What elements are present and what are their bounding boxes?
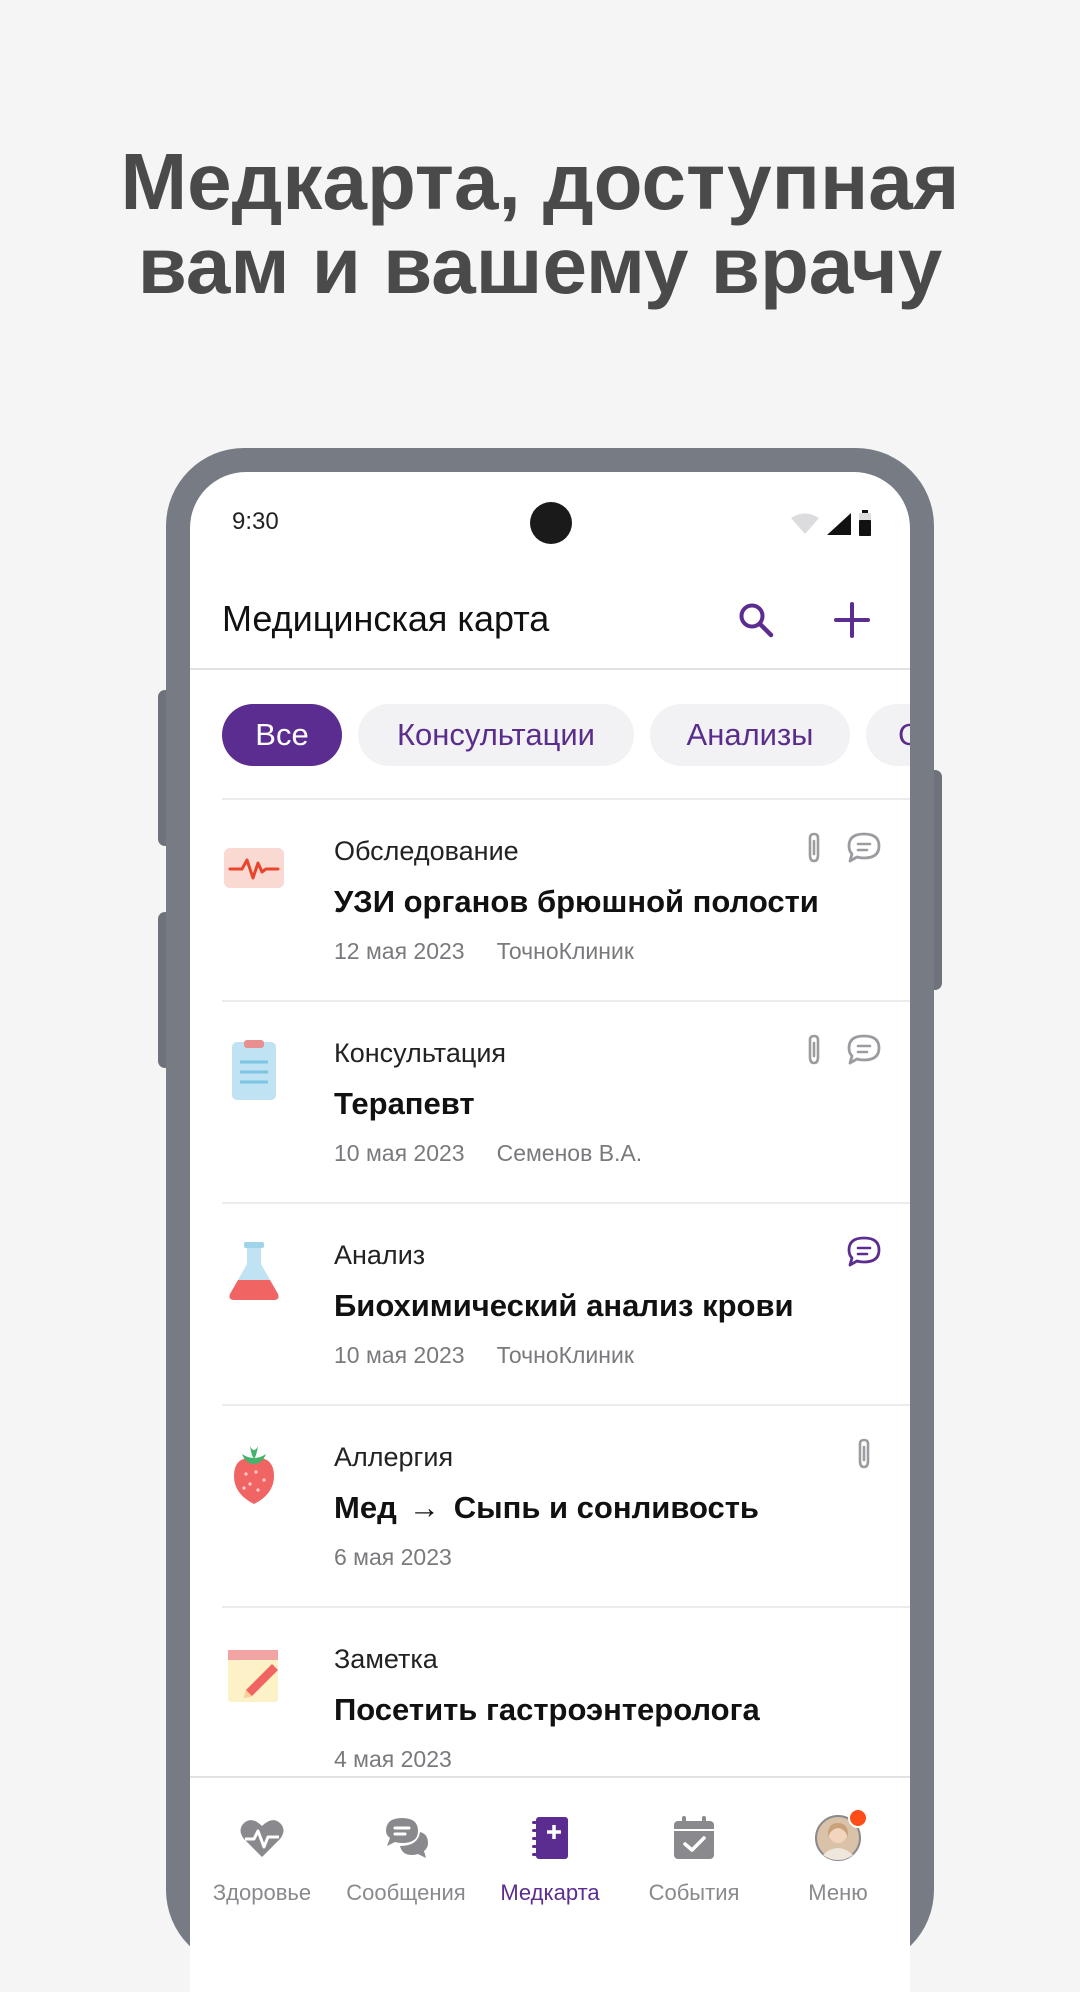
- filter-chip-consultations[interactable]: Консультации: [358, 704, 634, 766]
- record-category: Обследование: [334, 836, 519, 866]
- record-title: Посетить гастроэнтеролога: [334, 1692, 760, 1727]
- add-record-button[interactable]: [824, 592, 880, 648]
- allergy-reaction: Сыпь и сонливость: [453, 1490, 759, 1525]
- record-actions: [796, 830, 882, 866]
- allergen: Мед: [334, 1490, 397, 1525]
- status-time: 9:30: [232, 508, 279, 535]
- app-bar: Медицинская карта: [190, 572, 910, 670]
- promo-line-2: вам и вашему врачу: [137, 221, 943, 310]
- clipboard-icon: [222, 1038, 286, 1102]
- medical-book-icon: [526, 1814, 574, 1862]
- phone-frame: 9:30 Медицинская карта Все Консультации …: [166, 448, 934, 1992]
- record-date: 6 мая 2023: [334, 1544, 452, 1570]
- nav-item-medcard[interactable]: Медкарта: [478, 1814, 622, 1934]
- avatar: [814, 1808, 868, 1862]
- list-item[interactable]: Анализ Биохимический анализ крови 10 мая…: [222, 1202, 910, 1404]
- record-title: УЗИ органов брюшной полости: [334, 884, 819, 919]
- signal-icon: [827, 513, 851, 535]
- record-meta: 4 мая 2023: [334, 1746, 452, 1773]
- nav-label: Меню: [808, 1880, 868, 1905]
- records-list: Обследование УЗИ органов брюшной полости…: [222, 798, 910, 1808]
- search-button[interactable]: [728, 592, 784, 648]
- promo-headline: Медкарта, доступная вам и вашему врачу: [0, 140, 1080, 308]
- arrow-right-icon: →: [408, 1490, 440, 1525]
- attachment-icon[interactable]: [846, 1436, 882, 1472]
- list-item[interactable]: Аллергия Мед → Сыпь и сонливость 6 мая 202…: [222, 1404, 910, 1606]
- flask-icon: [222, 1240, 286, 1304]
- record-actions: [846, 1436, 882, 1472]
- record-source: ТочноКлиник: [496, 1342, 634, 1368]
- wifi-icon: [791, 513, 819, 534]
- record-title: Биохимический анализ крови: [334, 1288, 794, 1323]
- comments-icon[interactable]: [846, 1234, 882, 1270]
- status-icons: [790, 510, 872, 536]
- attachment-icon[interactable]: [796, 1032, 832, 1068]
- nav-label: Здоровье: [212, 1880, 312, 1905]
- search-icon: [739, 603, 774, 638]
- nav-label: Сообщения: [346, 1880, 466, 1905]
- record-source: Семенов В.А.: [496, 1140, 643, 1166]
- attachment-icon[interactable]: [796, 830, 832, 866]
- record-source: ТочноКлиник: [496, 938, 634, 964]
- nav-label: События: [648, 1880, 740, 1905]
- record-date: 10 мая 2023: [334, 1140, 465, 1166]
- battery-icon: [859, 510, 871, 536]
- heart-pulse-icon: [238, 1814, 286, 1862]
- record-category: Анализ: [334, 1240, 426, 1270]
- note-icon: [222, 1644, 286, 1708]
- status-bar: 9:30: [190, 472, 910, 572]
- record-category: Заметка: [334, 1644, 438, 1674]
- list-item[interactable]: Консультация Терапевт 10 мая 2023 Семенов…: [222, 1000, 910, 1202]
- strawberry-icon: [222, 1442, 286, 1506]
- nav-item-health[interactable]: Здоровье: [190, 1814, 334, 1934]
- ultrasound-icon: [222, 836, 286, 900]
- record-meta: 6 мая 2023: [334, 1544, 452, 1571]
- record-category: Консультация: [334, 1038, 507, 1068]
- record-meta: 10 мая 2023 Семенов В.А.: [334, 1140, 642, 1167]
- chat-bubbles-icon: [382, 1814, 430, 1862]
- nav-label: Медкарта: [500, 1880, 600, 1905]
- phone-screen: 9:30 Медицинская карта Все Консультации …: [190, 472, 910, 1992]
- comments-icon[interactable]: [846, 1032, 882, 1068]
- nav-item-menu[interactable]: Меню: [766, 1808, 910, 1934]
- record-title: Мед → Сыпь и сонливость: [334, 1490, 759, 1526]
- record-date: 4 мая 2023: [334, 1746, 452, 1772]
- record-date: 10 мая 2023: [334, 1342, 465, 1368]
- bottom-navigation: Здоровье Сообщения Медкарта События Меню: [190, 1776, 910, 1992]
- page-title: Медицинская карта: [222, 598, 550, 639]
- record-meta: 12 мая 2023 ТочноКлиник: [334, 938, 634, 965]
- record-actions: [846, 1234, 882, 1270]
- plus-icon: [834, 602, 870, 638]
- calendar-check-icon: [670, 1814, 718, 1862]
- record-meta: 10 мая 2023 ТочноКлиник: [334, 1342, 634, 1369]
- record-title: Терапевт: [334, 1086, 475, 1121]
- record-category: Аллергия: [334, 1442, 454, 1472]
- nav-item-messages[interactable]: Сообщения: [334, 1814, 478, 1934]
- list-item[interactable]: Обследование УЗИ органов брюшной полости…: [222, 798, 910, 1000]
- notification-badge: [848, 1808, 868, 1828]
- filter-chip-more[interactable]: С: [866, 704, 910, 766]
- front-camera: [530, 502, 572, 544]
- filter-chip-all[interactable]: Все: [222, 704, 342, 766]
- promo-line-1: Медкарта, доступная: [120, 137, 960, 226]
- filter-chip-analyses[interactable]: Анализы: [650, 704, 850, 766]
- record-actions: [796, 1032, 882, 1068]
- record-date: 12 мая 2023: [334, 938, 465, 964]
- nav-item-events[interactable]: События: [622, 1814, 766, 1934]
- filter-chips: Все Консультации Анализы С: [222, 704, 910, 766]
- comments-icon[interactable]: [846, 830, 882, 866]
